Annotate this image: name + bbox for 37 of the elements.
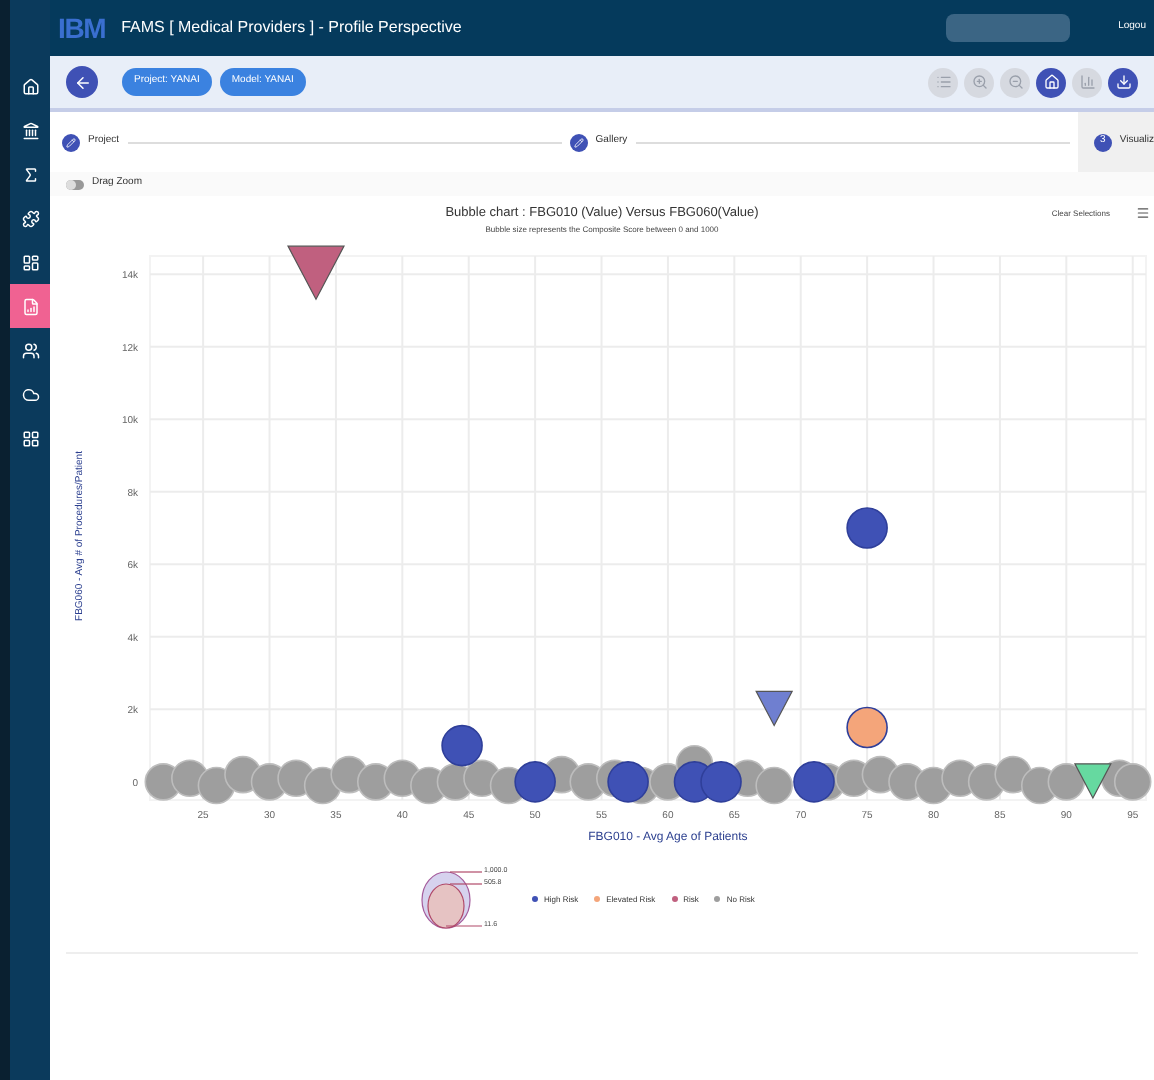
bubble[interactable] <box>1047 762 1086 801</box>
bubble-size-legend-drawing <box>420 869 482 930</box>
zoom-in-button[interactable] <box>964 67 994 97</box>
grid-icon <box>21 429 39 447</box>
puzzle-icon <box>21 209 39 227</box>
cloud-icon <box>21 385 39 403</box>
home-icon <box>1043 74 1059 90</box>
bubble[interactable] <box>846 706 888 748</box>
list-icon <box>935 74 951 90</box>
bubble[interactable] <box>846 506 888 549</box>
download-button[interactable] <box>1108 67 1138 97</box>
bubble[interactable] <box>793 760 835 803</box>
bar-chart-icon <box>1079 74 1095 90</box>
dashboard-icon <box>21 253 39 271</box>
toggle-switch[interactable] <box>66 179 84 189</box>
triangle-marker[interactable] <box>755 690 794 727</box>
logo: IBM <box>58 9 106 47</box>
zoom-out-icon <box>1007 74 1023 90</box>
home-icon <box>21 77 39 95</box>
bubble[interactable] <box>441 724 483 766</box>
home-button[interactable] <box>1036 67 1066 97</box>
sigma-icon <box>21 165 39 183</box>
triangle-marker[interactable] <box>287 245 345 301</box>
back-button[interactable] <box>66 66 98 98</box>
menu-icon[interactable] <box>1136 206 1150 220</box>
report-icon <box>21 297 39 315</box>
download-icon <box>1115 74 1131 90</box>
people-icon <box>21 341 39 359</box>
app-title: FAMS [ Medical Providers ] - Profile Perspective <box>121 16 462 40</box>
zoom-in-icon <box>971 74 987 90</box>
user-name-blurred <box>946 14 1071 42</box>
bubble[interactable] <box>700 760 742 803</box>
back-icon <box>73 73 91 91</box>
triangle-marker[interactable] <box>1073 762 1112 799</box>
bubble[interactable] <box>607 760 649 803</box>
bank-icon <box>21 121 39 139</box>
bubble[interactable] <box>514 760 556 803</box>
